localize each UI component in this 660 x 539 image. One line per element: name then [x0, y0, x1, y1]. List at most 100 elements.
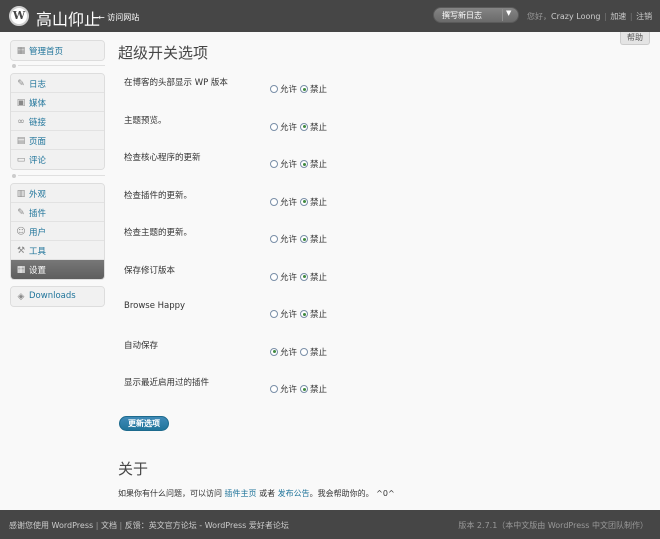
allow-radio-label[interactable]: 允许 [280, 160, 297, 170]
sidebar-item-pages[interactable]: ▤ 页面 [11, 131, 104, 150]
deny-radio[interactable] [300, 385, 309, 393]
menu-group-content: ✎ 日志 ▣ 媒体 ∞ 链接 ▤ 页面 ▭ 评论 [10, 73, 105, 170]
tools-icon: ⚒ [16, 246, 26, 256]
dashboard-link[interactable]: 加速 [610, 12, 626, 21]
admin-footer: 感谢您使用 WordPress | 文档 | 反馈：英文官方论坛 - WordP… [0, 510, 660, 539]
sidebar-item-label: 页面 [29, 137, 47, 147]
allow-radio[interactable] [270, 310, 278, 318]
sidebar-item-label: 设置 [29, 266, 47, 276]
allow-radio-label[interactable]: 允许 [280, 235, 297, 245]
logout-link[interactable]: 注销 [636, 12, 652, 21]
deny-radio-label[interactable]: 禁止 [310, 385, 327, 395]
sidebar-item-media[interactable]: ▣ 媒体 [11, 93, 104, 112]
sidebar-item-label: Downloads [29, 291, 76, 301]
deny-radio-label[interactable]: 禁止 [310, 160, 327, 170]
allow-radio[interactable] [270, 85, 278, 93]
deny-radio-label[interactable]: 禁止 [310, 198, 327, 208]
visit-site-link[interactable]: ← 访问网站 [98, 12, 139, 23]
page-icon: ▤ [16, 136, 26, 146]
username-link[interactable]: Crazy Loong [551, 12, 601, 21]
option-label: Browse Happy [124, 301, 186, 311]
wordpress-logo-icon: W [9, 6, 29, 26]
allow-radio-label[interactable]: 允许 [280, 123, 297, 133]
help-tab[interactable]: 帮助 [620, 32, 650, 45]
option-row: 主题预览。允许 禁止 [124, 114, 644, 133]
separator: | [604, 12, 607, 21]
sidebar-item-posts[interactable]: ✎ 日志 [11, 74, 104, 93]
deny-radio-label[interactable]: 禁止 [310, 310, 327, 320]
allow-radio[interactable] [270, 160, 278, 168]
option-label: 检查核心程序的更新 [124, 153, 201, 163]
announcement-link[interactable]: 发布公告 [278, 489, 310, 498]
allow-radio-label[interactable]: 允许 [280, 273, 297, 283]
option-label: 主题预览。 [124, 115, 167, 126]
deny-radio-label[interactable]: 禁止 [310, 348, 327, 358]
chevron-down-icon[interactable]: ▼ [506, 9, 511, 17]
about-text-part: 或者 [256, 489, 278, 498]
separator: | [119, 521, 123, 530]
thanks-link[interactable]: 感谢您使用 WordPress [9, 521, 93, 530]
docs-link[interactable]: 文档 [101, 521, 117, 530]
footer-credits: 感谢您使用 WordPress | 文档 | 反馈：英文官方论坛 - WordP… [9, 520, 289, 531]
option-row: 检查核心程序的更新允许 禁止 [124, 151, 644, 170]
allow-radio[interactable] [270, 272, 278, 281]
about-heading: 关于 [118, 460, 149, 478]
sidebar-item-label: 媒体 [29, 99, 47, 109]
deny-radio-label[interactable]: 禁止 [310, 85, 327, 95]
sidebar-item-downloads[interactable]: ◈ Downloads [11, 287, 104, 306]
deny-radio[interactable] [300, 310, 309, 318]
update-options-button[interactable]: 更新选项 [119, 416, 169, 431]
option-label: 自动保存 [124, 340, 159, 351]
allow-radio[interactable] [270, 385, 278, 393]
allow-radio-label[interactable]: 允许 [280, 85, 297, 95]
sidebar-item-users[interactable]: ☺ 用户 [11, 222, 104, 241]
sidebar-item-plugins[interactable]: ✎ 插件 [11, 203, 104, 222]
deny-radio[interactable] [300, 160, 309, 168]
allow-radio-label[interactable]: 允许 [280, 310, 297, 320]
deny-radio[interactable] [300, 272, 309, 281]
allow-radio[interactable] [270, 197, 278, 206]
sidebar-item-links[interactable]: ∞ 链接 [11, 112, 104, 131]
sidebar-item-dashboard[interactable]: ▦ 管理首页 [11, 41, 104, 60]
greeting-text: 您好， [527, 12, 551, 21]
plugin-homepage-link[interactable]: 插件主页 [225, 489, 257, 498]
menu-group-downloads: ◈ Downloads [10, 286, 105, 307]
deny-radio[interactable] [300, 347, 309, 356]
option-radio-group: 允许 禁止 [270, 233, 330, 245]
option-label: 检查插件的更新。 [124, 190, 193, 201]
allow-radio-label[interactable]: 允许 [280, 198, 297, 208]
option-radio-group: 允许 禁止 [270, 383, 330, 395]
option-label: 在博客的头部显示 WP 版本 [124, 78, 228, 88]
option-row: 检查插件的更新。允许 禁止 [124, 189, 644, 208]
allow-radio[interactable] [270, 347, 278, 356]
deny-radio[interactable] [300, 122, 309, 131]
about-text-part: 。我会帮助你的。 ^0^ [309, 489, 395, 498]
option-radio-group: 允许 禁止 [270, 158, 330, 170]
sidebar-item-appearance[interactable]: ▥ 外观 [11, 184, 104, 203]
comment-icon: ▭ [16, 155, 26, 165]
footer-version: 版本 2.7.1（本中文版由 WordPress 中文团队制作） [458, 521, 648, 530]
sidebar-item-settings[interactable]: ▦ 设置 [11, 260, 104, 279]
page-title: 超级开关选项 [118, 44, 209, 62]
favorite-action-label[interactable]: 撰写新日志 [442, 10, 482, 21]
sidebar-item-comments[interactable]: ▭ 评论 [11, 150, 104, 169]
feedback-links[interactable]: 反馈：英文官方论坛 - WordPress 爱好者论坛 [125, 521, 289, 530]
deny-radio[interactable] [300, 85, 309, 93]
option-row: 检查主题的更新。 允许 禁止 [124, 226, 644, 245]
favorite-actions-dropdown[interactable]: 撰写新日志 ▼ [433, 7, 519, 23]
allow-radio[interactable] [270, 235, 278, 243]
deny-radio-label[interactable]: 禁止 [310, 123, 327, 133]
sidebar-item-tools[interactable]: ⚒ 工具 [11, 241, 104, 260]
deny-radio[interactable] [300, 197, 309, 206]
sidebar-item-label: 工具 [29, 247, 47, 257]
deny-radio-label[interactable]: 禁止 [310, 235, 327, 245]
allow-radio-label[interactable]: 允许 [280, 348, 297, 358]
option-label: 显示最近启用过的插件 [124, 378, 210, 388]
option-row: 在博客的头部显示 WP 版本允许 禁止 [124, 76, 644, 95]
allow-radio[interactable] [270, 122, 278, 131]
deny-radio-label[interactable]: 禁止 [310, 273, 327, 283]
link-icon: ∞ [17, 117, 25, 127]
allow-radio-label[interactable]: 允许 [280, 385, 297, 395]
deny-radio[interactable] [300, 235, 309, 243]
pin-icon: ✎ [17, 79, 25, 89]
